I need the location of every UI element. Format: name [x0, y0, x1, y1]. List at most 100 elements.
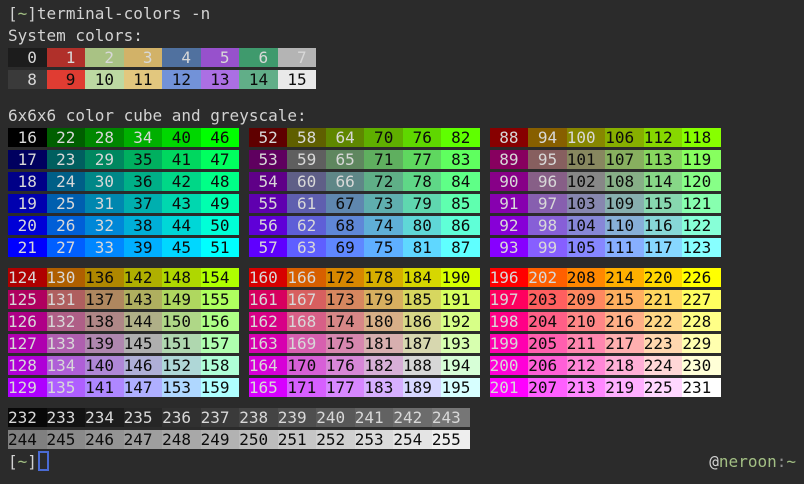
color-cell: 46 — [201, 128, 240, 147]
block-gap — [480, 290, 490, 309]
color-cell: 146 — [124, 356, 163, 375]
color-cell: 141 — [85, 378, 124, 397]
path-tilde: ~ — [786, 452, 796, 471]
color-cell: 199 — [490, 334, 529, 353]
color-cell: 185 — [403, 290, 442, 309]
color-cell: 85 — [441, 194, 480, 213]
color-cell: 1 — [47, 48, 86, 67]
color-cell: 212 — [567, 356, 606, 375]
color-cell: 236 — [162, 408, 201, 427]
greyscale-row: 244 245 246 247 248 249 250 251 252 253 … — [8, 429, 796, 451]
color-cell: 130 — [47, 268, 86, 287]
colon: : — [777, 452, 787, 471]
color-cell: 248 — [162, 430, 201, 449]
system-color-row: 0 1 2 3 4 5 6 7 — [8, 47, 796, 69]
color-cell: 202 — [528, 268, 567, 287]
color-cell: 217 — [605, 334, 644, 353]
color-cell: 157 — [201, 334, 240, 353]
color-cell: 117 — [644, 238, 683, 257]
color-cell: 20 — [8, 216, 47, 235]
color-cell: 83 — [441, 150, 480, 169]
cube-row: 18 24 30 36 42 48 54 60 66 72 78 84 90 9… — [8, 171, 796, 193]
color-cell: 138 — [85, 312, 124, 331]
block-gap — [480, 150, 490, 169]
spacer — [8, 399, 796, 407]
color-cell: 156 — [201, 312, 240, 331]
color-cell: 234 — [85, 408, 124, 427]
color-cell: 115 — [644, 194, 683, 213]
color-cell: 135 — [47, 378, 86, 397]
color-cell: 158 — [201, 356, 240, 375]
color-cell: 71 — [364, 150, 403, 169]
block-gap — [239, 290, 249, 309]
block-gap — [239, 268, 249, 287]
color-cell: 79 — [403, 194, 442, 213]
block-gap — [480, 238, 490, 257]
color-cell: 228 — [682, 312, 721, 331]
color-cell: 139 — [85, 334, 124, 353]
at-sign: @ — [709, 452, 719, 471]
color-cell: 101 — [567, 150, 606, 169]
color-cell: 178 — [364, 268, 403, 287]
block-gap — [239, 378, 249, 397]
color-cell: 63 — [287, 238, 326, 257]
color-cell: 36 — [124, 172, 163, 191]
color-cell: 245 — [47, 430, 86, 449]
color-cell: 78 — [403, 172, 442, 191]
color-cell: 250 — [239, 430, 278, 449]
color-cell: 19 — [8, 194, 47, 213]
block-gap — [480, 378, 490, 397]
color-cell: 136 — [85, 268, 124, 287]
color-cell: 179 — [364, 290, 403, 309]
color-cell: 145 — [124, 334, 163, 353]
color-cell: 30 — [85, 172, 124, 191]
cube-grid-top: 16 22 28 34 40 46 52 58 64 70 76 82 88 9… — [8, 127, 796, 259]
greyscale-grid: 232 233 234 235 236 237 238 239 240 241 … — [8, 407, 796, 451]
color-cell: 37 — [124, 194, 163, 213]
cube-label: 6x6x6 color cube and greyscale: — [8, 105, 796, 127]
color-cell: 26 — [47, 216, 86, 235]
color-cell: 233 — [47, 408, 86, 427]
color-cell: 24 — [47, 172, 86, 191]
color-cell: 166 — [287, 268, 326, 287]
color-cell: 162 — [249, 312, 288, 331]
color-cell: 194 — [441, 356, 480, 375]
block-gap — [239, 172, 249, 191]
color-cell: 99 — [528, 238, 567, 257]
color-cell: 184 — [403, 268, 442, 287]
color-cell: 18 — [8, 172, 47, 191]
color-cell: 122 — [682, 216, 721, 235]
block-gap — [239, 194, 249, 213]
color-cell: 112 — [644, 128, 683, 147]
color-cell: 10 — [85, 70, 124, 89]
color-cell: 183 — [364, 378, 403, 397]
color-cell: 253 — [355, 430, 394, 449]
block-gap — [480, 216, 490, 235]
spacer — [8, 91, 796, 105]
cube-grid-bottom: 124 130 136 142 148 154 160 166 172 178 … — [8, 267, 796, 399]
color-cell: 69 — [326, 238, 365, 257]
color-cell: 150 — [162, 312, 201, 331]
prompt-bracket-close: ] — [27, 4, 37, 23]
color-cell: 6 — [239, 48, 278, 67]
color-cell: 210 — [567, 312, 606, 331]
color-cell: 149 — [162, 290, 201, 309]
color-cell: 52 — [249, 128, 288, 147]
color-cell: 17 — [8, 150, 47, 169]
color-cell: 251 — [278, 430, 317, 449]
color-cell: 93 — [490, 238, 529, 257]
color-cell: 167 — [287, 290, 326, 309]
color-cell: 225 — [644, 378, 683, 397]
terminal-window[interactable]: [~]terminal-colors -n System colors: 0 1… — [0, 0, 804, 484]
color-cell: 51 — [201, 238, 240, 257]
cube-row: 129 135 141 147 153 159 165 171 177 183 … — [8, 377, 796, 399]
color-cell: 207 — [528, 378, 567, 397]
color-cell: 173 — [326, 290, 365, 309]
color-cell: 124 — [8, 268, 47, 287]
color-cell: 142 — [124, 268, 163, 287]
cube-row: 127 133 139 145 151 157 163 169 175 181 … — [8, 333, 796, 355]
color-cell: 56 — [249, 216, 288, 235]
color-cell: 169 — [287, 334, 326, 353]
color-cell: 48 — [201, 172, 240, 191]
color-cell: 163 — [249, 334, 288, 353]
